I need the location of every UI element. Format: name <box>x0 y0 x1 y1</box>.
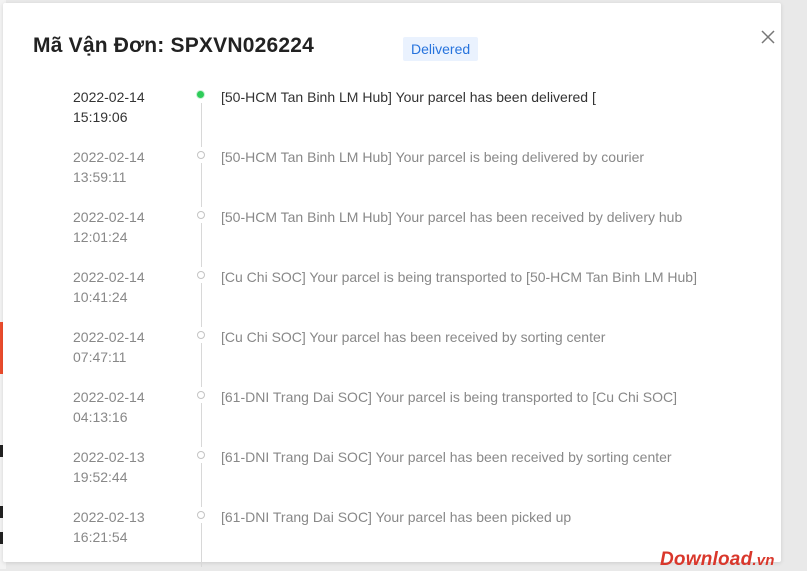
timeline-dot-icon <box>197 331 205 339</box>
event-datetime: 2022-02-14 12:01:24 <box>73 207 145 247</box>
timeline-event: 2022-02-14 07:47:11 [Cu Chi SOC] Your parc… <box>3 327 781 387</box>
timeline-dot-icon <box>197 451 205 459</box>
event-time: 10:41:24 <box>73 289 128 305</box>
event-description: [61-DNI Trang Dai SOC] Your parcel has b… <box>221 509 572 525</box>
timeline-connector <box>201 523 202 567</box>
event-description: [61-DNI Trang Dai SOC] Your parcel is be… <box>221 389 677 405</box>
event-description: [Cu Chi SOC] Your parcel is being transp… <box>221 269 697 285</box>
event-description: [50-HCM Tan Binh LM Hub] Your parcel has… <box>221 89 596 105</box>
event-datetime: 2022-02-14 15:19:06 <box>73 87 145 127</box>
event-date: 2022-02-14 <box>73 389 145 405</box>
event-description: [50-HCM Tan Binh LM Hub] Your parcel is … <box>221 149 645 165</box>
event-date: 2022-02-14 <box>73 269 145 285</box>
event-datetime: 2022-02-13 19:52:44 <box>73 447 145 487</box>
timeline-connector <box>201 283 202 327</box>
close-icon[interactable] <box>756 25 780 49</box>
event-time: 16:21:54 <box>73 529 128 545</box>
status-badge: Delivered <box>403 37 479 61</box>
event-time: 07:47:11 <box>73 349 127 365</box>
current-status-dot-icon <box>196 90 205 99</box>
watermark-logo: Download.vn <box>660 549 775 570</box>
timeline-connector <box>201 343 202 387</box>
timeline-connector <box>201 463 202 507</box>
timeline-connector <box>201 403 202 447</box>
timeline-event: 2022-02-14 10:41:24 [Cu Chi SOC] Your parc… <box>3 267 781 327</box>
event-time: 19:52:44 <box>73 469 128 485</box>
event-description: [Cu Chi SOC] Your parcel has been receiv… <box>221 329 606 345</box>
timeline-event: 2022-02-14 12:01:24 [50-HCM Tan Binh LM Hu… <box>3 207 781 267</box>
timeline-event: 2022-02-14 04:13:16 [61-DNI Trang Dai SOC]… <box>3 387 781 447</box>
event-date: 2022-02-14 <box>73 89 145 105</box>
timeline-dot-icon <box>197 511 205 519</box>
timeline-event: 2022-02-13 19:52:44 [61-DNI Trang Dai SOC]… <box>3 447 781 507</box>
timeline-event: 2022-02-14 15:19:06 [50-HCM Tan Binh LM Hu… <box>3 87 781 147</box>
event-time: 04:13:16 <box>73 409 128 425</box>
event-time: 13:59:11 <box>73 169 127 185</box>
event-date: 2022-02-14 <box>73 149 145 165</box>
timeline-dot-icon <box>197 211 205 219</box>
timeline-dot-icon <box>197 271 205 279</box>
dialog-title: Mã Vận Đơn: SPXVN026224 <box>33 34 314 57</box>
timeline-event: 2022-02-14 13:59:11 [50-HCM Tan Binh LM Hu… <box>3 147 781 207</box>
timeline-connector <box>201 223 202 267</box>
timeline-connector <box>201 103 202 147</box>
event-description: [61-DNI Trang Dai SOC] Your parcel has b… <box>221 449 672 465</box>
timeline-connector <box>201 163 202 207</box>
event-datetime: 2022-02-14 13:59:11 <box>73 147 145 187</box>
event-datetime: 2022-02-13 16:21:54 <box>73 507 145 547</box>
event-time: 15:19:06 <box>73 109 128 125</box>
event-datetime: 2022-02-14 04:13:16 <box>73 387 145 427</box>
event-date: 2022-02-14 <box>73 329 145 345</box>
event-datetime: 2022-02-14 07:47:11 <box>73 327 145 367</box>
event-date: 2022-02-14 <box>73 209 145 225</box>
timeline-dot-icon <box>197 391 205 399</box>
event-time: 12:01:24 <box>73 229 128 245</box>
event-date: 2022-02-13 <box>73 449 145 465</box>
event-date: 2022-02-13 <box>73 509 145 525</box>
tracking-dialog: Mã Vận Đơn: SPXVN026224 Delivered 2022-0… <box>3 3 781 567</box>
event-description: [50-HCM Tan Binh LM Hub] Your parcel has… <box>221 209 683 225</box>
event-datetime: 2022-02-14 10:41:24 <box>73 267 145 307</box>
timeline-dot-icon <box>197 151 205 159</box>
